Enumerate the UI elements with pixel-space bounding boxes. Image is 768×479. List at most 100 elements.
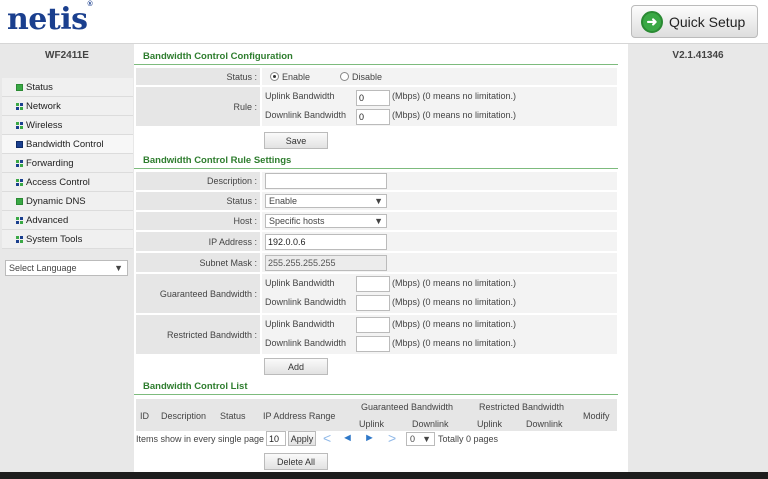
guaranteed-downlink-input[interactable] (356, 295, 390, 311)
sidebar-item-status[interactable]: Status (2, 78, 133, 97)
ip-value: 192.0.0.6 (262, 232, 617, 251)
enable-radio[interactable] (270, 72, 279, 81)
guaranteed-label: Guaranteed Bandwidth : (136, 274, 260, 313)
col-id: ID (140, 411, 149, 421)
guaranteed-uplink-input[interactable] (356, 276, 390, 292)
config-status-value: Enable Disable (262, 68, 617, 85)
arrow-right-icon: ➜ (641, 10, 663, 33)
config-downlink-input[interactable]: 0 (356, 109, 390, 125)
language-select[interactable]: Select Language ▼ (5, 260, 128, 276)
items-per-page-label: Items show in every single page (136, 434, 265, 444)
config-rule-label: Rule : (136, 87, 260, 126)
apply-button[interactable]: Apply (288, 431, 316, 446)
restricted-uplink-input[interactable] (356, 317, 390, 333)
restricted-downlink-input[interactable] (356, 336, 390, 352)
rule-status-select-value: Enable (269, 196, 298, 206)
config-rule-row: Rule : Uplink Bandwidth 0 (Mbps) (0 mean… (136, 87, 617, 127)
page-select[interactable]: 0 ▼ (406, 432, 435, 446)
config-uplink-note: (Mbps) (0 means no limitation.) (392, 91, 517, 101)
list-section-title: Bandwidth Control List (134, 381, 618, 395)
sidebar-item-advanced[interactable]: Advanced (2, 211, 133, 230)
menu-square-icon (16, 197, 23, 205)
netis-logo[interactable]: netis® (7, 1, 93, 37)
sidebar-item-label: Network (26, 100, 61, 112)
col-description: Description (161, 411, 207, 421)
sidebar-item-label: Wireless (26, 119, 63, 131)
restricted-uplink-label: Uplink Bandwidth (265, 319, 335, 329)
restricted-downlink-label: Downlink Bandwidth (265, 338, 347, 348)
sidebar-item-system-tools[interactable]: System Tools (2, 230, 133, 249)
os-taskbar (0, 472, 768, 479)
host-row: Host : Specific hosts ▼ (136, 212, 617, 231)
rule-status-select[interactable]: Enable ▼ (265, 194, 387, 208)
description-input[interactable] (265, 173, 387, 189)
sidebar-item-label: Access Control (26, 176, 90, 188)
sidebar-item-label: Forwarding (26, 157, 74, 169)
config-uplink-input[interactable]: 0 (356, 90, 390, 106)
menu-square-icon (16, 83, 23, 91)
host-select[interactable]: Specific hosts ▼ (265, 214, 387, 228)
first-page-icon[interactable]: < (323, 430, 331, 446)
sidebar-item-dynamic-dns[interactable]: Dynamic DNS (2, 192, 133, 211)
restricted-uplink-note: (Mbps) (0 means no limitation.) (392, 319, 517, 329)
sidebar-item-network[interactable]: Network (2, 97, 133, 116)
config-status-label: Status : (136, 68, 260, 85)
rules-section-title: Bandwidth Control Rule Settings (134, 155, 618, 169)
sidebar-item-label: Dynamic DNS (26, 195, 86, 207)
enable-radio-label: Enable (282, 72, 311, 82)
sidebar-item-access-control[interactable]: Access Control (2, 173, 133, 192)
disable-radio[interactable] (340, 72, 349, 81)
rule-status-row: Status : Enable ▼ (136, 192, 617, 211)
restricted-downlink-note: (Mbps) (0 means no limitation.) (392, 338, 517, 348)
config-uplink-label: Uplink Bandwidth (265, 91, 335, 101)
prev-page-icon[interactable]: ◄ (342, 432, 353, 444)
menu-grid-icon (16, 159, 23, 167)
subnet-mask-input: 255.255.255.255 (265, 255, 387, 271)
page-select-value: 0 (410, 434, 416, 444)
sidebar-item-label: Bandwidth Control (26, 138, 104, 150)
total-pages: Totally 0 pages (438, 434, 499, 444)
col-modify: Modify (583, 411, 610, 421)
guaranteed-downlink-label: Downlink Bandwidth (265, 297, 347, 307)
save-button[interactable]: Save (264, 132, 328, 149)
rule-status-value: Enable ▼ (262, 192, 617, 210)
sidebar: WF2411E Status Network Wireless Bandwidt… (0, 44, 134, 472)
description-label: Description : (136, 172, 260, 190)
ip-address-input[interactable]: 192.0.0.6 (265, 234, 387, 250)
dropdown-arrow-icon: ▼ (114, 263, 123, 273)
language-select-value: Select Language (9, 263, 77, 273)
guaranteed-value: Uplink Bandwidth (Mbps) (0 means no limi… (262, 274, 617, 313)
dropdown-arrow-icon: ▼ (422, 434, 431, 444)
last-page-icon[interactable]: > (388, 430, 396, 446)
guaranteed-downlink-note: (Mbps) (0 means no limitation.) (392, 297, 517, 307)
delete-all-button[interactable]: Delete All (264, 453, 328, 470)
col-guaranteed-downlink: Downlink (412, 419, 449, 429)
sidebar-item-bandwidth-control[interactable]: Bandwidth Control (2, 135, 133, 154)
add-button[interactable]: Add (264, 358, 328, 375)
logo-text: netis (7, 2, 88, 37)
guaranteed-row: Guaranteed Bandwidth : Uplink Bandwidth … (136, 274, 617, 314)
config-downlink-label: Downlink Bandwidth (265, 110, 347, 120)
items-per-page-input[interactable]: 10 (266, 431, 286, 446)
menu-grid-icon (16, 178, 23, 186)
col-guaranteed-uplink: Uplink (359, 419, 385, 429)
sidebar-item-wireless[interactable]: Wireless (2, 116, 133, 135)
guaranteed-uplink-note: (Mbps) (0 means no limitation.) (392, 278, 517, 288)
sidebar-item-forwarding[interactable]: Forwarding (2, 154, 133, 173)
config-rule-value: Uplink Bandwidth 0 (Mbps) (0 means no li… (262, 87, 617, 126)
ip-label: IP Address : (136, 232, 260, 251)
menu-grid-icon (16, 102, 23, 110)
col-status: Status (220, 411, 246, 421)
main-content: Bandwidth Control Configuration Status :… (134, 44, 628, 472)
sidebar-item-label: Advanced (26, 214, 69, 226)
list-table-header: ID Description Status IP Address Range G… (136, 399, 617, 431)
sidebar-item-label: Status (26, 81, 53, 93)
header-bar: netis® ➜ Quick Setup (0, 0, 768, 44)
dropdown-arrow-icon: ▼ (374, 196, 383, 206)
menu-grid-icon (16, 216, 23, 224)
host-value: Specific hosts ▼ (262, 212, 617, 230)
quick-setup-button[interactable]: ➜ Quick Setup (631, 5, 758, 38)
next-page-icon[interactable]: ► (364, 432, 375, 444)
mask-value: 255.255.255.255 (262, 253, 617, 272)
description-value (262, 172, 617, 190)
